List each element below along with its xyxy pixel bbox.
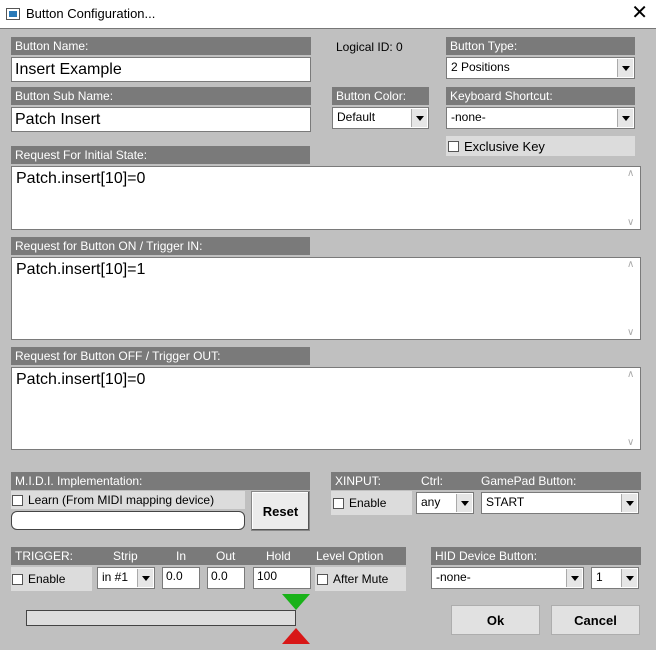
button-sub-name-input[interactable]: Patch Insert — [11, 107, 311, 132]
trigger-label: TRIGGER: — [15, 549, 74, 563]
request-initial-label: Request For Initial State: — [11, 146, 310, 164]
scrollbar[interactable] — [625, 168, 639, 228]
request-off-label: Request for Button OFF / Trigger OUT: — [11, 347, 310, 365]
trigger-header: TRIGGER: Strip In Out Hold Level Option — [11, 547, 406, 565]
xinput-enable-checkbox[interactable]: Enable — [333, 495, 386, 511]
chevron-down-icon[interactable] — [621, 569, 637, 587]
xinput-gamepad-value: START — [486, 495, 525, 509]
button-type-label: Button Type: — [446, 37, 635, 55]
exclusive-key-checkbox[interactable]: Exclusive Key — [448, 138, 545, 154]
chevron-down-icon[interactable] — [456, 494, 472, 512]
midi-mapping-field[interactable] — [11, 511, 245, 530]
app-icon — [6, 8, 20, 20]
hid-device-select[interactable]: -none- — [431, 567, 584, 589]
button-name-label: Button Name: — [11, 37, 311, 55]
trigger-in-input[interactable]: 0.0 — [162, 567, 200, 589]
trigger-slider-track[interactable] — [26, 610, 296, 626]
xinput-gamepad-select[interactable]: START — [481, 492, 639, 514]
checkbox-icon[interactable] — [12, 573, 23, 585]
xinput-enable-text: Enable — [349, 496, 387, 510]
after-mute-checkbox[interactable]: After Mute — [317, 571, 388, 587]
chevron-down-icon[interactable] — [617, 59, 633, 77]
request-off-text: Patch.insert[10]=0 — [16, 371, 146, 388]
trigger-enable-checkbox[interactable]: Enable — [12, 571, 65, 587]
keyboard-shortcut-label: Keyboard Shortcut: — [446, 87, 635, 105]
checkbox-icon[interactable] — [448, 140, 459, 152]
checkbox-icon[interactable] — [12, 494, 23, 506]
request-initial-textarea[interactable]: Patch.insert[10]=0 — [11, 166, 641, 230]
request-on-label: Request for Button ON / Trigger IN: — [11, 237, 310, 255]
trigger-strip-label: Strip — [113, 549, 138, 563]
chevron-down-icon[interactable] — [411, 109, 427, 127]
chevron-down-icon[interactable] — [137, 569, 153, 587]
trigger-enable-text: Enable — [28, 572, 66, 586]
cancel-button[interactable]: Cancel — [551, 605, 640, 635]
button-color-label: Button Color: — [332, 87, 429, 105]
xinput-label: XINPUT: — [335, 474, 382, 488]
close-icon[interactable]: ✕ — [631, 3, 648, 23]
window-title: Button Configuration... — [26, 6, 156, 21]
request-on-text: Patch.insert[10]=1 — [16, 261, 146, 278]
button-color-value: Default — [337, 110, 376, 124]
trigger-out-label: Out — [216, 549, 236, 563]
chevron-down-icon[interactable] — [617, 109, 633, 127]
trigger-hold-label: Hold — [266, 549, 291, 563]
request-on-textarea[interactable]: Patch.insert[10]=1 — [11, 257, 641, 340]
trigger-in-marker-icon[interactable] — [282, 594, 310, 610]
hid-device-value: -none- — [436, 570, 471, 584]
request-initial-text: Patch.insert[10]=0 — [16, 170, 146, 187]
trigger-out-marker-icon[interactable] — [282, 628, 310, 644]
title-divider — [0, 28, 656, 29]
button-type-value: 2 Positions — [451, 60, 510, 74]
midi-learn-text: Learn (From MIDI mapping device) — [28, 493, 215, 507]
xinput-header: XINPUT: Ctrl: GamePad Button: — [331, 472, 641, 490]
ok-button[interactable]: Ok — [451, 605, 540, 635]
xinput-gamepad-label: GamePad Button: — [481, 474, 577, 488]
reset-button[interactable]: Reset — [251, 491, 310, 531]
chevron-down-icon[interactable] — [621, 494, 637, 512]
trigger-strip-select[interactable]: in #1 — [97, 567, 155, 589]
button-color-select[interactable]: Default — [332, 107, 429, 129]
midi-learn-checkbox[interactable]: Learn (From MIDI mapping device) — [12, 492, 214, 508]
hid-number-select[interactable]: 1 — [591, 567, 639, 589]
request-off-textarea[interactable]: Patch.insert[10]=0 — [11, 367, 641, 450]
scrollbar[interactable] — [625, 369, 639, 448]
trigger-hold-input[interactable]: 100 — [253, 567, 311, 589]
trigger-out-input[interactable]: 0.0 — [207, 567, 245, 589]
xinput-ctrl-select[interactable]: any — [416, 492, 474, 514]
exclusive-key-text: Exclusive Key — [464, 138, 545, 154]
scrollbar[interactable] — [625, 259, 639, 338]
trigger-level-label: Level Option — [316, 549, 384, 563]
chevron-down-icon[interactable] — [566, 569, 582, 587]
after-mute-text: After Mute — [333, 572, 389, 586]
checkbox-icon[interactable] — [317, 573, 328, 585]
button-type-select[interactable]: 2 Positions — [446, 57, 635, 79]
xinput-ctrl-value: any — [421, 495, 441, 509]
button-name-input[interactable]: Insert Example — [11, 57, 311, 82]
title-bar: Button Configuration... ✕ — [0, 0, 656, 28]
checkbox-icon[interactable] — [333, 497, 344, 509]
keyboard-shortcut-select[interactable]: -none- — [446, 107, 635, 129]
logical-id-text: Logical ID: 0 — [336, 40, 403, 54]
trigger-strip-value: in #1 — [102, 570, 129, 584]
keyboard-shortcut-value: -none- — [451, 110, 486, 124]
midi-label: M.I.D.I. Implementation: — [11, 472, 310, 490]
button-sub-name-label: Button Sub Name: — [11, 87, 311, 105]
trigger-in-label: In — [176, 549, 187, 563]
xinput-ctrl-label: Ctrl: — [421, 474, 443, 488]
hid-label: HID Device Button: — [431, 547, 641, 565]
hid-number-value: 1 — [596, 570, 603, 584]
